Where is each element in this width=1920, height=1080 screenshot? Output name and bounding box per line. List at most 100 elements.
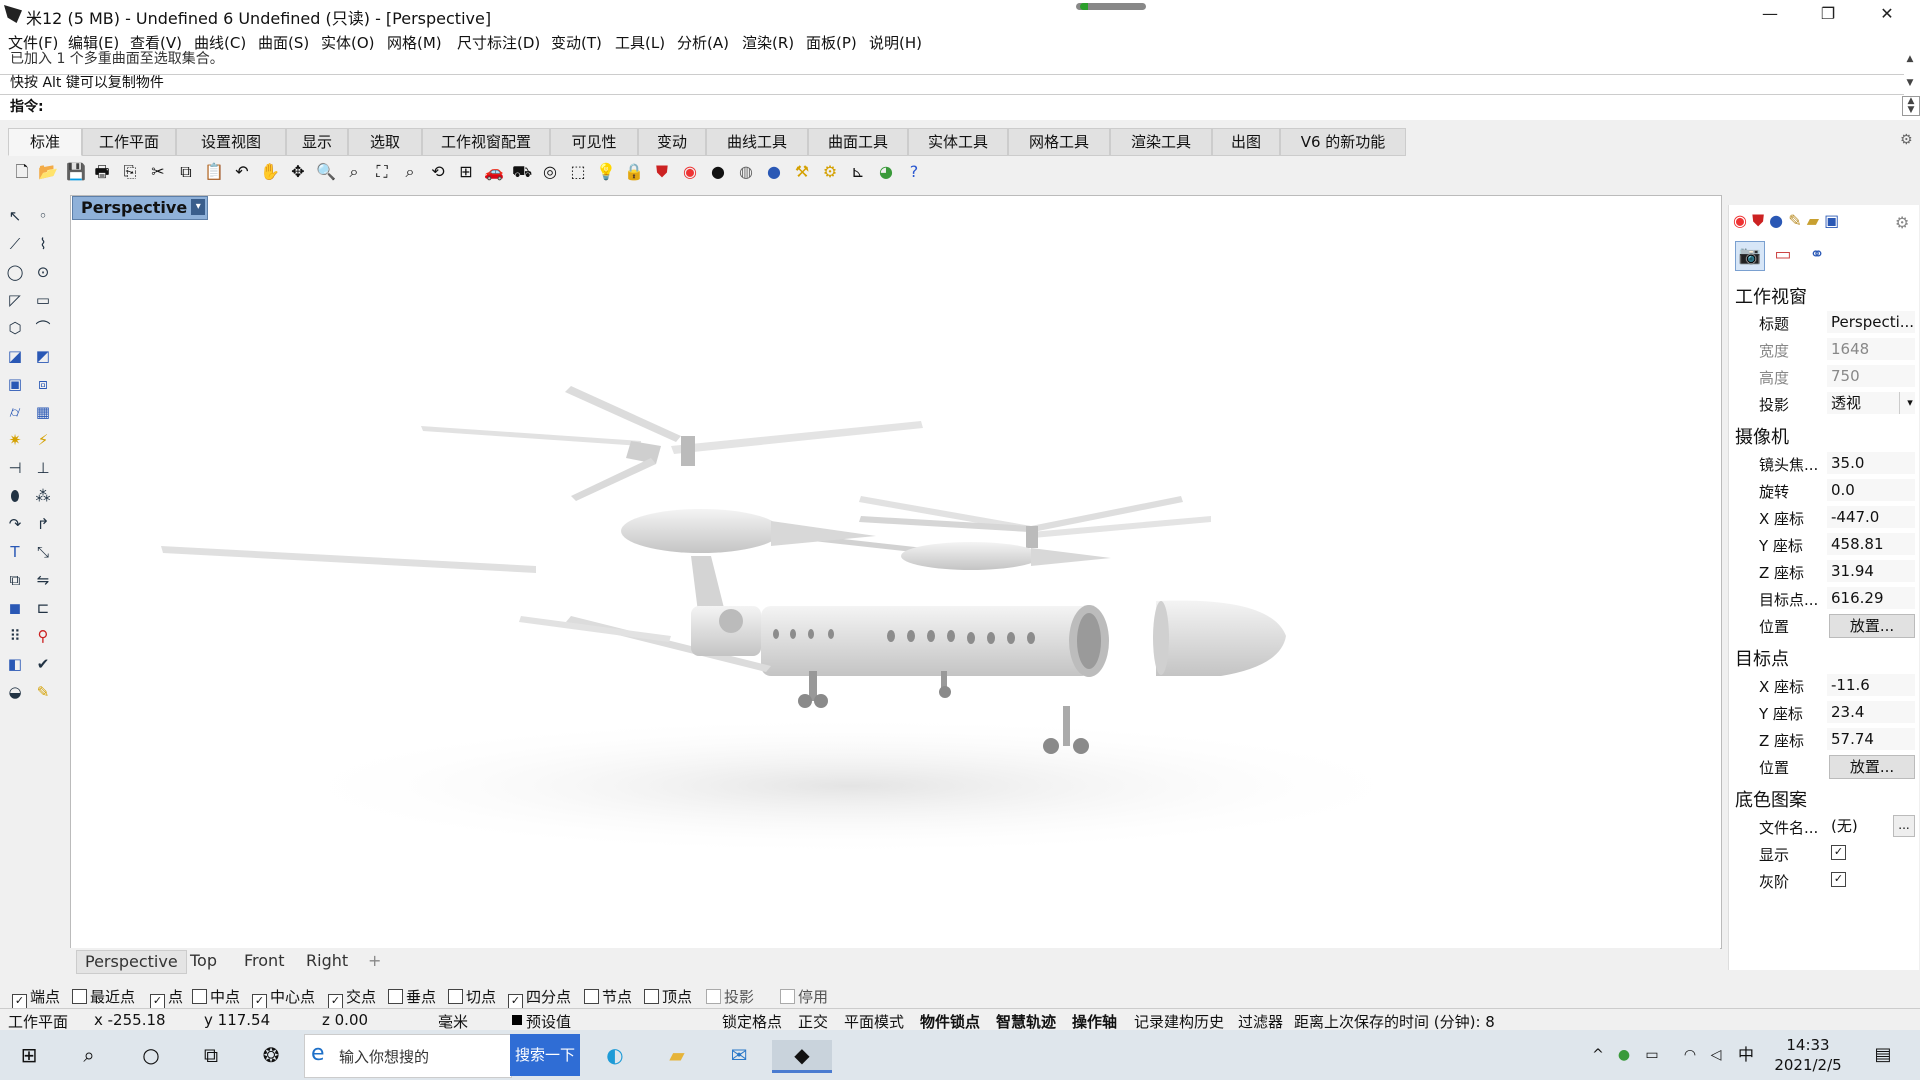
viewport-title[interactable]: Perspective ▾ <box>72 196 209 220</box>
paste-icon[interactable]: 📋 <box>204 162 224 182</box>
target-z-field[interactable]: 57.74 <box>1827 728 1915 750</box>
point-icon[interactable]: ◦ <box>32 205 54 227</box>
polyline-icon[interactable]: ⟋ <box>4 233 26 255</box>
windows-start-icon[interactable]: ⊞ <box>14 1040 44 1070</box>
open-file-icon[interactable]: 📂 <box>38 162 58 182</box>
osnap-disable[interactable]: 停用 <box>780 986 828 1007</box>
rhino-taskbar-icon[interactable]: ◆ <box>772 1040 832 1073</box>
select-icon[interactable]: ⬚ <box>568 162 588 182</box>
mail-icon[interactable]: ✉ <box>724 1040 754 1070</box>
pan-icon[interactable]: ✋ <box>260 162 280 182</box>
grid-snap-toggle[interactable]: 锁定格点 <box>722 1011 782 1032</box>
folder-icon[interactable]: ▰ <box>1807 211 1819 230</box>
target-y-field[interactable]: 23.4 <box>1827 701 1915 723</box>
car-icon[interactable]: 🚗 <box>484 162 504 182</box>
tab-display[interactable]: 显示 <box>286 128 348 156</box>
zoom-extents-icon[interactable]: ⛶ <box>372 162 392 182</box>
menu-mesh[interactable]: 网格(M) <box>387 32 442 53</box>
osnap-perp-checkbox[interactable] <box>388 989 403 1004</box>
boolean-union-icon[interactable]: ⧈ <box>32 373 54 395</box>
units-status[interactable]: 毫米 <box>438 1011 468 1032</box>
tab-mesh-tools[interactable]: 网格工具 <box>1008 128 1110 156</box>
command-input[interactable] <box>50 96 1890 116</box>
tab-perspective[interactable]: Perspective <box>76 950 187 974</box>
osnap-int[interactable]: ✓ 交点 <box>328 986 376 1009</box>
cut-icon[interactable]: ✂ <box>148 162 168 182</box>
zoom-icon[interactable]: 🔍 <box>316 162 336 182</box>
chevron-down-icon[interactable]: ▾ <box>1899 392 1920 414</box>
clock-date[interactable]: 2021/2/5 <box>1768 1056 1848 1074</box>
ellipse-icon[interactable]: ⊙ <box>32 261 54 283</box>
browse-button[interactable]: ... <box>1893 815 1915 837</box>
osnap-near-checkbox[interactable] <box>72 989 87 1004</box>
undo-icon[interactable]: ↶ <box>232 162 252 182</box>
polygon-icon[interactable]: ⬡ <box>4 317 26 339</box>
curve-icon[interactable]: ⌇ <box>32 233 54 255</box>
zoom-window-icon[interactable]: ⌕ <box>344 162 364 182</box>
smarttrack-toggle[interactable]: 智慧轨迹 <box>996 1011 1056 1032</box>
circle-icon[interactable]: ◯ <box>4 261 26 283</box>
render-icon[interactable]: ● <box>1769 211 1783 230</box>
scroll-down-icon[interactable]: ▼ <box>1902 78 1918 88</box>
gumball-toggle[interactable]: 操作轴 <box>1072 1011 1117 1032</box>
osnap-quad[interactable]: ✓ 四分点 <box>508 986 571 1009</box>
menu-help[interactable]: 说明(H) <box>869 32 922 53</box>
tab-cplanes[interactable]: 工作平面 <box>82 128 176 156</box>
osnap-near[interactable]: 最近点 <box>72 986 135 1007</box>
tab-select[interactable]: 选取 <box>348 128 422 156</box>
menu-surface[interactable]: 曲面(S) <box>258 32 309 53</box>
paint-icon[interactable]: ✎ <box>32 681 54 703</box>
osnap-knot[interactable]: 节点 <box>584 986 632 1007</box>
array-icon[interactable]: ⧉ <box>4 569 26 591</box>
osnap-mid-checkbox[interactable] <box>192 989 207 1004</box>
osnap-toggle[interactable]: 物件锁点 <box>920 1011 980 1032</box>
import-icon[interactable]: ⎘ <box>120 162 140 182</box>
osnap-project-checkbox[interactable] <box>706 989 721 1004</box>
edge-browser-icon[interactable]: ◐ <box>600 1040 630 1070</box>
light-icon[interactable]: 💡 <box>596 162 616 182</box>
tab-set-view[interactable]: 设置视图 <box>176 128 286 156</box>
osnap-center-checkbox[interactable]: ✓ <box>252 994 267 1009</box>
place-camera-button[interactable]: 放置... <box>1829 614 1915 638</box>
dimension-tool-icon[interactable]: ⚡ <box>32 429 54 451</box>
help-icon[interactable]: ? <box>904 162 924 182</box>
tools-icon[interactable]: ⚒ <box>792 162 812 182</box>
grid-array-icon[interactable]: ⠿ <box>4 625 26 647</box>
cylinder-icon[interactable]: ⌭ <box>4 401 26 423</box>
split-icon[interactable]: ⊥ <box>32 457 54 479</box>
options-icon[interactable]: ⚙ <box>820 162 840 182</box>
tab-standard[interactable]: 标准 <box>8 128 82 156</box>
search-icon[interactable]: ⌕ <box>74 1040 104 1070</box>
scale-icon[interactable]: ⤡ <box>32 541 54 563</box>
analyze-icon[interactable]: ◧ <box>4 653 26 675</box>
zoom-selected-icon[interactable]: ⌕ <box>400 162 420 182</box>
undo-view-icon[interactable]: ⟲ <box>428 162 448 182</box>
car-alt-icon[interactable]: ⛟ <box>512 162 532 182</box>
fillet-curve-icon[interactable]: ⌒ <box>32 317 54 339</box>
arc-icon[interactable]: ◸ <box>4 289 26 311</box>
menu-render[interactable]: 渲染(R) <box>742 32 794 53</box>
menu-panels[interactable]: 面板(P) <box>806 32 857 53</box>
rotate-view-icon[interactable]: ✥ <box>288 162 308 182</box>
lock-icon[interactable]: 🔒 <box>624 162 644 182</box>
target-x-field[interactable]: -11.6 <box>1827 674 1915 696</box>
gumball-icon[interactable]: ⚲ <box>32 625 54 647</box>
object-props-icon[interactable]: ⚭ <box>1803 241 1831 269</box>
brush-icon[interactable]: ✎ <box>1788 211 1801 230</box>
chevron-up-icon[interactable]: ^ <box>1588 1040 1608 1070</box>
osnap-perp[interactable]: 垂点 <box>388 986 436 1007</box>
blend-icon[interactable]: ⬮ <box>4 485 26 507</box>
material-icon[interactable]: ⛊ <box>652 162 672 182</box>
tab-render-tools[interactable]: 渲染工具 <box>1110 128 1212 156</box>
osnap-knot-checkbox[interactable] <box>584 989 599 1004</box>
osnap-int-checkbox[interactable]: ✓ <box>328 994 343 1009</box>
offset-icon[interactable]: ↷ <box>4 513 26 535</box>
camera-x-field[interactable]: -447.0 <box>1827 506 1915 528</box>
render-preview-icon[interactable]: ◍ <box>736 162 756 182</box>
save-icon[interactable]: 💾 <box>66 162 86 182</box>
osnap-point[interactable]: ✓ 点 <box>150 986 183 1009</box>
trim-icon[interactable]: ⊣ <box>4 457 26 479</box>
menu-transform[interactable]: 变动(T) <box>551 32 602 53</box>
tab-transform[interactable]: 变动 <box>638 128 706 156</box>
tab-drafting[interactable]: 出图 <box>1212 128 1280 156</box>
